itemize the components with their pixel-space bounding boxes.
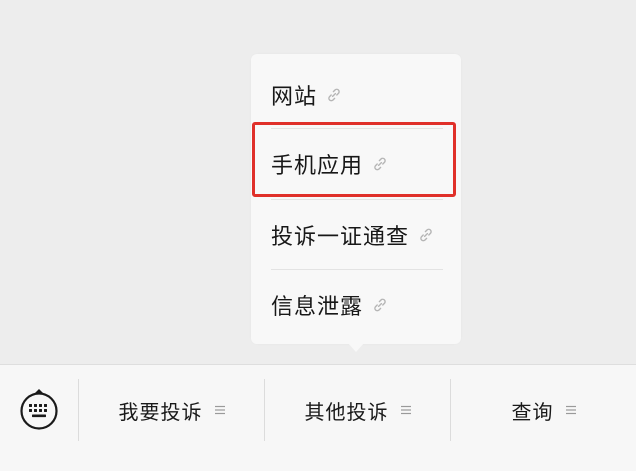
link-icon xyxy=(325,86,343,104)
tab-label: 我要投诉 xyxy=(118,399,203,424)
link-icon xyxy=(371,155,389,173)
keyboard-toggle-button[interactable] xyxy=(18,387,60,435)
menu-item-info-leak[interactable]: 信息泄露 xyxy=(271,270,443,340)
menu-item-label: 手机应用 xyxy=(271,154,364,179)
menu-item-label: 投诉一证通查 xyxy=(271,225,410,250)
menu-item-mobile-app[interactable]: 手机应用 xyxy=(271,129,443,199)
menu-item-label: 信息泄露 xyxy=(271,295,364,320)
menu-item-website[interactable]: 网站 xyxy=(271,60,443,130)
tab-label: 其他投诉 xyxy=(304,399,389,424)
tab-label: 查询 xyxy=(511,399,554,424)
submenu-popup: 网站 手机应用 投诉一证通查 信息泄露 xyxy=(251,54,461,344)
link-icon xyxy=(417,226,435,244)
popup-pointer xyxy=(348,343,364,352)
link-icon xyxy=(371,296,389,314)
menu-lines-icon xyxy=(400,405,411,415)
menu-lines-icon xyxy=(214,405,225,415)
tab-other-complaint[interactable]: 其他投诉 xyxy=(265,379,450,441)
tab-my-complaint[interactable]: 我要投诉 xyxy=(79,379,264,441)
tab-query[interactable]: 查询 xyxy=(451,379,636,441)
menu-item-label: 网站 xyxy=(271,85,318,110)
bottom-menu-bar: 我要投诉 其他投诉 查询 xyxy=(0,364,636,471)
menu-lines-icon xyxy=(565,405,576,415)
keyboard-icon xyxy=(18,385,60,437)
menu-item-complaint-check[interactable]: 投诉一证通查 xyxy=(271,200,443,270)
